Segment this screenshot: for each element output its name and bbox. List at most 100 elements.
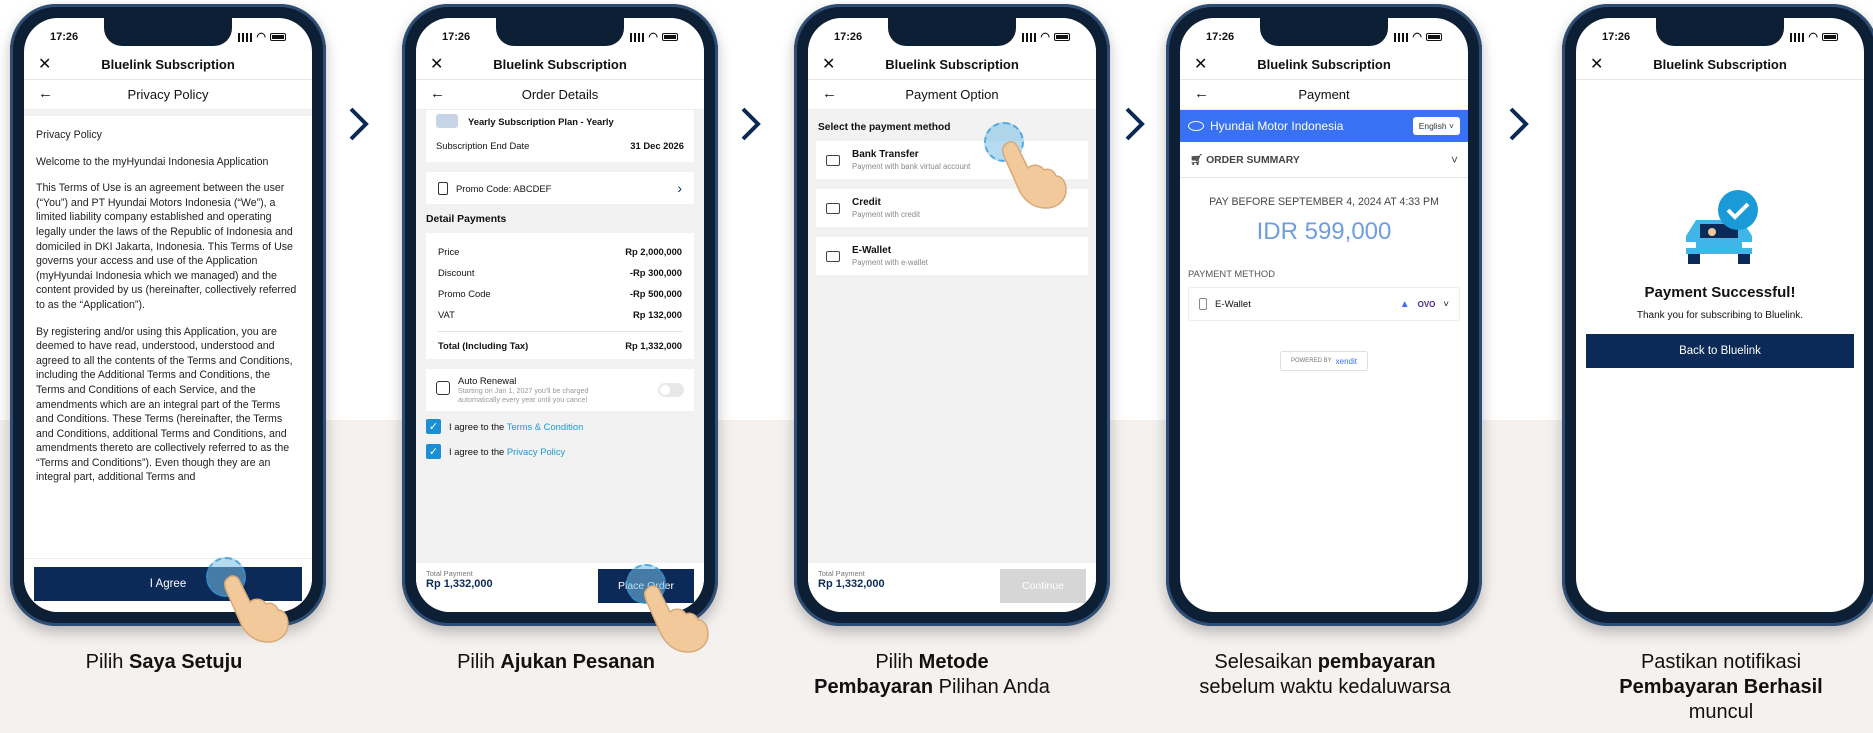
order-summary-label: ORDER SUMMARY <box>1206 155 1300 166</box>
payment-detail-row: Promo Code -Rp 500,000 <box>438 283 682 304</box>
privacy-checkbox[interactable]: ✓ <box>426 444 441 459</box>
chevron-down-icon: ˅ <box>1449 121 1454 131</box>
agree-privacy-row: ✓ I agree to the Privacy Policy <box>416 434 704 459</box>
end-date-value: 31 Dec 2026 <box>630 140 684 151</box>
terms-checkbox[interactable]: ✓ <box>426 419 441 434</box>
app-title: Bluelink Subscription <box>1257 57 1391 72</box>
screen: 17:26 ◠ ✕ Bluelink Subscription ← Paymen… <box>808 18 1096 612</box>
sub-header: ← Privacy Policy <box>24 80 312 110</box>
back-arrow-icon[interactable]: ← <box>38 85 53 102</box>
screen: 17:26 ◠ ✕ Bluelink Subscription Payment … <box>1576 18 1864 612</box>
detail-value: -Rp 500,000 <box>629 288 682 299</box>
option-desc: Payment with credit <box>852 210 921 219</box>
back-arrow-icon[interactable]: ← <box>430 85 445 102</box>
select-method-label: Select the payment method <box>818 122 951 133</box>
caption-text: Pilih <box>875 651 919 673</box>
ovo-logo: OVO <box>1417 299 1436 309</box>
chevron-down-icon: ˅ <box>1443 298 1449 310</box>
paragraph: Welcome to the myHyundai Indonesia Appli… <box>36 155 269 168</box>
hyundai-logo-icon <box>1188 121 1204 131</box>
caption-bold: Saya Setuju <box>128 651 243 673</box>
order-summary-toggle[interactable]: 🛒︎ ORDER SUMMARY ˅ <box>1180 142 1468 178</box>
close-icon[interactable]: ✕ <box>1194 54 1207 74</box>
total-value: Rp 1,332,000 <box>625 340 682 351</box>
sub-header: ← Order Details <box>416 80 704 110</box>
paragraph: This Terms of Use is an agreement betwee… <box>36 182 297 311</box>
end-date-label: Subscription End Date <box>436 140 530 151</box>
chevron-right-icon <box>1125 107 1145 141</box>
doc-title: Privacy Policy <box>36 129 102 141</box>
plan-card: Yearly Subscription Plan - Yearly Subscr… <box>426 110 694 162</box>
bank-icon <box>826 154 840 166</box>
back-to-bluelink-button[interactable]: Back to Bluelink <box>1586 334 1854 368</box>
paragraph: By registering and/or using this Applica… <box>36 325 293 484</box>
status-time: 17:26 <box>1602 31 1631 43</box>
close-icon[interactable]: ✕ <box>822 54 835 74</box>
phone-payment-success: 17:26 ◠ ✕ Bluelink Subscription Payment … <box>1562 4 1873 626</box>
success-subtitle: Thank you for subscribing to Bluelink. <box>1636 310 1804 321</box>
phone-payment: 17:26 ◠ ✕ Bluelink Subscription ← Paymen… <box>1166 4 1482 626</box>
phone-notch <box>104 18 232 46</box>
phone-payment-option: 17:26 ◠ ✕ Bluelink Subscription ← Paymen… <box>794 4 1110 626</box>
battery-icon <box>1054 33 1070 41</box>
pay-before-text: PAY BEFORE SEPTEMBER 4, 2024 AT 4:33 PM <box>1209 196 1439 208</box>
detail-value: Rp 132,000 <box>633 309 682 320</box>
battery-icon <box>662 33 678 41</box>
promo-code-row[interactable]: Promo Code: ABCDEF › <box>426 172 694 204</box>
auto-renewal-toggle[interactable] <box>658 383 684 397</box>
signal-icon <box>1022 32 1037 42</box>
close-icon[interactable]: ✕ <box>1590 54 1603 74</box>
app-header: ✕ Bluelink Subscription <box>24 50 312 80</box>
app-header: ✕ Bluelink Subscription <box>1576 50 1864 80</box>
privacy-policy-text: Privacy Policy Welcome to the myHyundai … <box>24 116 312 544</box>
detail-value: -Rp 300,000 <box>629 267 682 278</box>
auto-renewal-title: Auto Renewal <box>458 375 517 386</box>
hand-pointer-icon <box>1001 141 1067 209</box>
close-icon[interactable]: ✕ <box>430 54 443 74</box>
auto-renewal-card: Auto Renewal Starting on Jan 1, 2027 you… <box>426 369 694 411</box>
page-title: Payment Option <box>905 87 999 102</box>
chevron-right-icon <box>349 107 369 141</box>
back-arrow-icon[interactable]: ← <box>822 85 837 102</box>
chevron-right-icon <box>1509 107 1529 141</box>
privacy-link[interactable]: Privacy Policy <box>507 446 565 457</box>
wifi-icon: ◠ <box>1808 30 1818 43</box>
payment-method-select[interactable]: E-Wallet ▲ OVO ˅ <box>1188 287 1460 321</box>
phone-order-details: 17:26 ◠ ✕ Bluelink Subscription ← Order … <box>402 4 718 626</box>
signal-icon <box>1790 32 1805 42</box>
language-select[interactable]: English ˅ <box>1412 117 1460 135</box>
detail-label: Discount <box>438 267 475 278</box>
promo-icon <box>438 181 448 195</box>
caption-text: Pilihan Anda <box>933 676 1050 698</box>
terms-link[interactable]: Terms & Condition <box>507 421 584 432</box>
continue-button[interactable]: Continue <box>1000 569 1086 603</box>
battery-icon <box>1822 33 1838 41</box>
page-title: Order Details <box>521 87 599 102</box>
payment-option-ewallet[interactable]: E-Wallet Payment with e-wallet <box>816 237 1088 275</box>
wifi-icon: ◠ <box>648 30 658 43</box>
merchant-bar: Hyundai Motor Indonesia English ˅ <box>1180 110 1468 142</box>
option-title: E-Wallet <box>852 245 892 256</box>
dana-logo-icon: ▲ <box>1399 298 1410 310</box>
battery-icon <box>270 33 286 41</box>
calendar-icon <box>436 381 450 395</box>
powered-by-badge: POWERED BY xendit <box>1280 351 1368 371</box>
amount-due: IDR 599,000 <box>1256 218 1392 245</box>
back-arrow-icon[interactable]: ← <box>1194 85 1209 102</box>
success-title: Payment Successful! <box>1644 284 1796 301</box>
step-caption-1: Pilih Saya Setuju <box>34 650 294 675</box>
close-icon[interactable]: ✕ <box>38 54 51 74</box>
caption-text: sebelum waktu kedaluwarsa <box>1199 676 1451 698</box>
cart-icon: 🛒︎ <box>1190 155 1204 166</box>
battery-icon <box>1426 33 1442 41</box>
promo-code: Promo Code: ABCDEF <box>456 182 552 194</box>
status-time: 17:26 <box>50 31 79 43</box>
payment-detail-row: Discount -Rp 300,000 <box>438 262 682 283</box>
plan-name: Yearly Subscription Plan - Yearly <box>468 115 614 127</box>
wallet-icon <box>826 250 840 262</box>
screen: 17:26 ◠ ✕ Bluelink Subscription ← Privac… <box>24 18 312 612</box>
sub-header: ← Payment <box>1180 80 1468 110</box>
success-car-illustration-icon <box>1684 190 1758 264</box>
chevron-right-icon: › <box>677 180 682 196</box>
merchant-name: Hyundai Motor Indonesia <box>1210 119 1344 133</box>
